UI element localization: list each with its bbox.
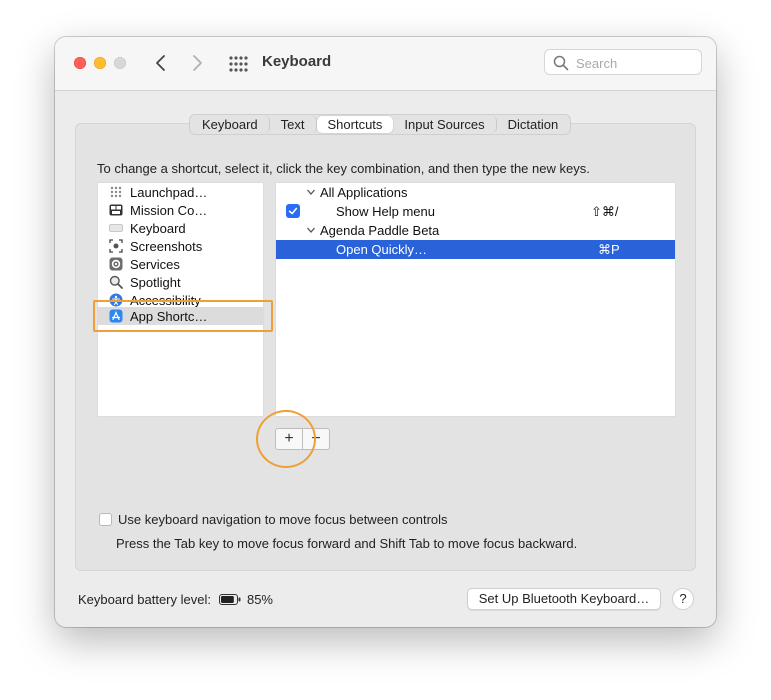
group-label: All Applications [320, 185, 408, 200]
category-list: Launchpad… Mission Co… Keyboard Screensh… [97, 182, 264, 417]
window-title: Keyboard [262, 53, 332, 70]
shortcut-list: All Applications Show Help menu ⇧⌘/ Agen… [275, 182, 676, 417]
grid-icon [229, 56, 248, 72]
chevron-down-icon [307, 189, 315, 195]
battery-value: 85% [246, 592, 273, 607]
add-remove-control: + − [275, 428, 330, 450]
keyboard-icon [109, 221, 123, 235]
shortcut-group-row[interactable]: All Applications [276, 183, 675, 202]
category-label: Mission Co… [130, 202, 208, 218]
battery-icon [218, 594, 241, 605]
back-button[interactable] [150, 51, 172, 75]
keyboard-navigation-label[interactable]: Use keyboard navigation to move focus be… [118, 512, 448, 527]
shortcut-key[interactable]: ⇧⌘/ [591, 204, 619, 220]
category-label: Accessibility [130, 292, 201, 308]
shortcut-key[interactable]: ⌘P [598, 242, 620, 258]
category-label: Spotlight [130, 274, 181, 290]
search-input[interactable] [574, 53, 698, 73]
search-icon [553, 55, 569, 71]
show-all-button[interactable] [228, 54, 248, 74]
mission-control-icon [109, 203, 123, 217]
shortcut-enabled-checkbox[interactable] [286, 204, 300, 218]
title-bar: Keyboard [55, 37, 716, 91]
help-button[interactable]: ? [672, 588, 694, 610]
category-label: Screenshots [130, 238, 203, 254]
forward-button[interactable] [186, 51, 208, 75]
category-label: App Shortc… [130, 308, 208, 324]
category-keyboard[interactable]: Keyboard [109, 219, 186, 237]
close-window-button[interactable] [74, 57, 86, 69]
shortcut-row[interactable]: Show Help menu ⇧⌘/ [276, 202, 675, 221]
keyboard-navigation-checkbox[interactable] [99, 513, 112, 526]
tab-dictation[interactable]: Dictation [497, 116, 570, 133]
remove-shortcut-button[interactable]: − [303, 429, 329, 449]
category-spotlight[interactable]: Spotlight [109, 273, 181, 291]
shortcut-row[interactable]: Open Quickly… ⌘P [276, 240, 675, 259]
app-store-icon [109, 309, 123, 323]
preferences-window: Keyboard Keyboard Text Shortcuts Input S… [55, 37, 716, 627]
battery-status: Keyboard battery level: 85% [78, 592, 273, 607]
tab-text[interactable]: Text [270, 116, 317, 133]
magnifier-icon [109, 275, 123, 289]
minimize-window-button[interactable] [94, 57, 106, 69]
category-label: Keyboard [130, 220, 186, 236]
category-label: Launchpad… [130, 184, 208, 200]
instructions-text: To change a shortcut, select it, click t… [97, 161, 590, 176]
category-screenshots[interactable]: Screenshots [109, 237, 202, 255]
zoom-window-button[interactable] [114, 57, 126, 69]
gear-icon [109, 257, 123, 271]
category-label: Services [130, 256, 180, 272]
tab-shortcuts[interactable]: Shortcuts [316, 116, 394, 133]
category-services[interactable]: Services [109, 255, 180, 273]
tab-keyboard[interactable]: Keyboard [191, 116, 270, 133]
group-label: Agenda Paddle Beta [320, 223, 440, 238]
search-field[interactable] [544, 49, 702, 75]
tab-input-sources[interactable]: Input Sources [393, 116, 497, 133]
shortcut-label: Show Help menu [336, 204, 435, 219]
launchpad-icon [109, 185, 123, 199]
tab-bar: Keyboard Text Shortcuts Input Sources Di… [189, 114, 572, 135]
checkmark-icon [288, 207, 298, 215]
screenshot-icon [109, 239, 123, 253]
category-launchpad[interactable]: Launchpad… [109, 183, 207, 201]
setup-bluetooth-keyboard-button[interactable]: Set Up Bluetooth Keyboard… [467, 588, 661, 610]
chevron-right-icon [193, 55, 202, 71]
shortcut-label: Open Quickly… [336, 242, 428, 257]
category-mission-control[interactable]: Mission Co… [109, 201, 207, 219]
add-shortcut-button[interactable]: + [276, 429, 303, 449]
chevron-down-icon [307, 227, 315, 233]
shortcut-group-row[interactable]: Agenda Paddle Beta [276, 221, 675, 240]
keyboard-navigation-note: Press the Tab key to move focus forward … [116, 536, 578, 551]
chevron-left-icon [156, 55, 165, 71]
battery-label: Keyboard battery level: [78, 592, 211, 607]
accessibility-icon [109, 293, 123, 307]
category-app-shortcuts[interactable]: App Shortc… [98, 307, 264, 325]
